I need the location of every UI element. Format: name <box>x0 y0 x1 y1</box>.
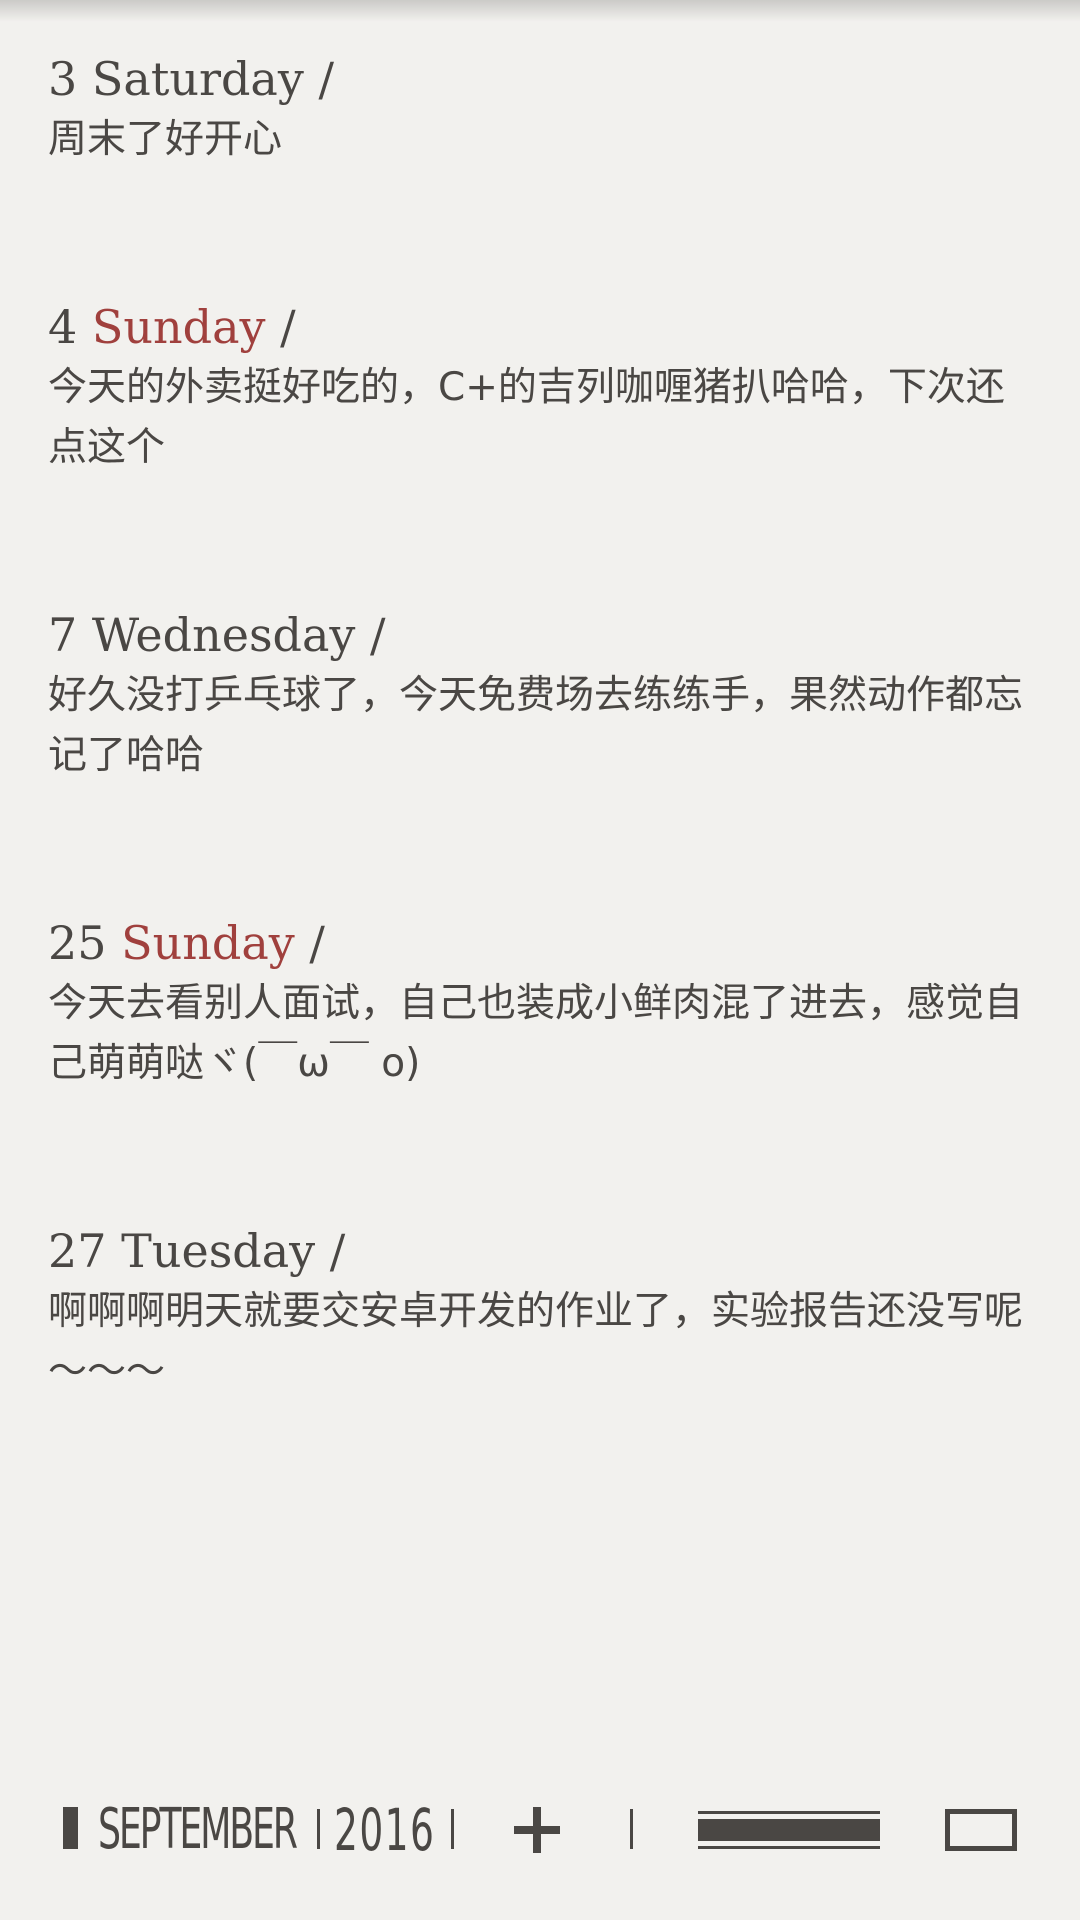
entry-slash: / <box>329 1224 346 1278</box>
entry-weekday: Saturday <box>91 52 304 106</box>
entry-weekday: Sunday <box>91 300 266 354</box>
diary-entry[interactable]: 7 Wednesday / 好久没打乒乓球了，今天免费场去练练手，果然动作都忘记… <box>48 604 1038 786</box>
entry-day-number: 25 <box>48 916 107 970</box>
month-selector[interactable]: SEPTEMBER <box>98 1795 298 1865</box>
add-entry-button[interactable] <box>514 1807 560 1853</box>
entry-slash: / <box>370 608 386 662</box>
divider <box>630 1809 633 1849</box>
entry-text: 今天的外卖挺好吃的，C+的吉列咖喱猪扒哈哈，下次还点这个 <box>48 365 1005 470</box>
list-view-button[interactable] <box>698 1811 880 1849</box>
divider <box>451 1809 454 1849</box>
divider <box>317 1809 320 1849</box>
entry-title: 3 Saturday / <box>48 48 1038 110</box>
entry-day-number: 4 <box>48 300 78 354</box>
entry-text: 周末了好开心 <box>48 117 283 162</box>
entry-slash: / <box>280 300 296 354</box>
entry-day-number: 7 <box>48 608 78 662</box>
entry-weekday: Tuesday <box>121 1224 316 1278</box>
diary-list[interactable]: 3 Saturday / 周末了好开心 4 Sunday / 今天的外卖挺好吃的… <box>48 48 1038 1528</box>
entry-slash: / <box>309 916 325 970</box>
single-view-button[interactable] <box>945 1809 1017 1851</box>
bottom-bar: SEPTEMBER 2016 <box>0 1795 1080 1865</box>
entry-text: 好久没打乒乓球了，今天免费场去练练手，果然动作都忘记了哈哈 <box>48 673 1024 778</box>
diary-entry[interactable]: 4 Sunday / 今天的外卖挺好吃的，C+的吉列咖喱猪扒哈哈，下次还点这个 <box>48 296 1038 478</box>
entry-title: 4 Sunday / <box>48 296 1038 358</box>
entry-text: 啊啊啊明天就要交安卓开发的作业了，实验报告还没写呢～～～ <box>48 1289 1024 1394</box>
entry-title: 25 Sunday / <box>48 912 1038 974</box>
diary-entry[interactable]: 25 Sunday / 今天去看别人面试，自己也装成小鲜肉混了进去，感觉自己萌萌… <box>48 912 1038 1094</box>
year-selector[interactable]: 2016 <box>334 1795 435 1865</box>
list-view-icon-bar <box>698 1819 880 1841</box>
top-shadow <box>0 0 1080 22</box>
diary-entry[interactable]: 3 Saturday / 周末了好开心 <box>48 48 1038 170</box>
entry-title: 27 Tuesday / <box>48 1220 1038 1282</box>
month-marker <box>63 1807 78 1849</box>
entry-day-number: 27 <box>48 1224 107 1278</box>
diary-entry[interactable]: 27 Tuesday / 啊啊啊明天就要交安卓开发的作业了，实验报告还没写呢～～… <box>48 1220 1038 1402</box>
entry-text: 今天去看别人面试，自己也装成小鲜肉混了进去，感觉自己萌萌哒ヾ(￣ω￣ o) <box>48 981 1024 1086</box>
entry-weekday: Sunday <box>121 916 295 970</box>
plus-icon-vertical <box>533 1807 541 1853</box>
entry-title: 7 Wednesday / <box>48 604 1038 666</box>
entry-slash: / <box>318 52 334 106</box>
entry-day-number: 3 <box>48 52 78 106</box>
entry-weekday: Wednesday <box>91 608 356 662</box>
